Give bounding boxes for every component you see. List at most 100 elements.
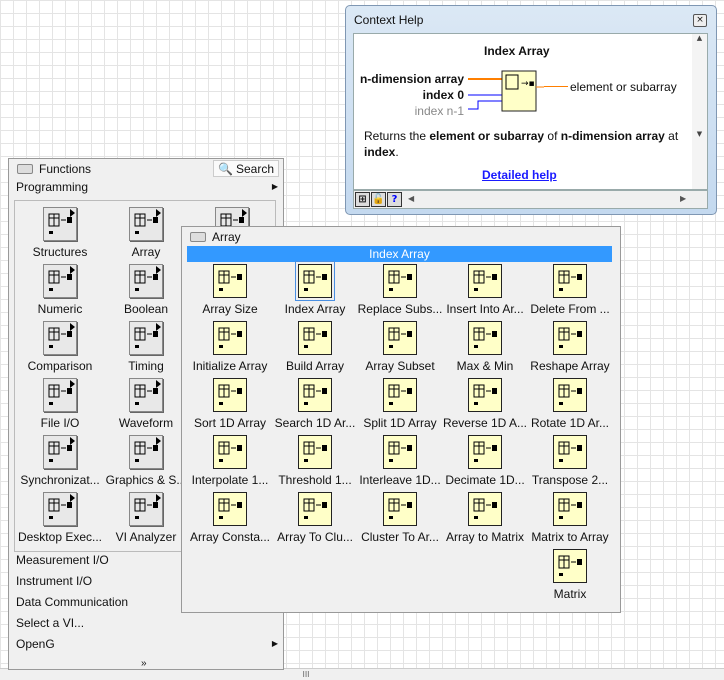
reshape-array-icon xyxy=(553,321,587,355)
max-min-icon xyxy=(468,321,502,355)
category-label: VI Analyzer xyxy=(115,530,177,544)
function-label: Interpolate 1... xyxy=(191,473,269,487)
replace-subs-icon xyxy=(383,264,417,298)
index-array-terminal-icon: →▪ xyxy=(468,70,544,112)
function-label: Interleave 1D... xyxy=(359,473,441,487)
matrix-icon xyxy=(553,549,587,583)
category-label: Array xyxy=(131,245,161,259)
terminal-label: n-dimension array xyxy=(359,72,464,86)
close-button[interactable]: × xyxy=(693,14,707,27)
pin-icon[interactable] xyxy=(190,232,206,242)
function-label: Decimate 1D... xyxy=(445,473,525,487)
array-to-clu-icon xyxy=(298,492,332,526)
function-label: Array Size xyxy=(202,302,258,316)
interpolate-1-icon xyxy=(213,435,247,469)
svg-text:→▪: →▪ xyxy=(521,79,535,89)
function-label: Initialize Array xyxy=(192,359,268,373)
palette-title: Array xyxy=(212,230,241,244)
function-label: Insert Into Ar... xyxy=(446,302,524,316)
array-size-icon xyxy=(213,264,247,298)
help-toolbar: ⊞ 🔓 ? ◀ ▶ xyxy=(353,190,708,209)
pin-icon[interactable] xyxy=(17,164,33,174)
palette-title: Functions xyxy=(39,162,92,176)
category-label: Synchronizat... xyxy=(20,473,100,487)
file-i-o-icon xyxy=(43,378,77,412)
function-label: Reverse 1D A... xyxy=(442,416,528,430)
array-subset-icon xyxy=(383,321,417,355)
function-label: Matrix xyxy=(553,587,587,601)
function-label: Array Consta... xyxy=(189,530,271,544)
palette-item-openg[interactable]: OpenG ▶ xyxy=(16,635,278,653)
desktop-exec-icon xyxy=(43,492,77,526)
scroll-thumb[interactable]: III xyxy=(298,670,314,679)
lock-icon[interactable]: 🔓 xyxy=(371,192,386,207)
matrix-to-array-icon xyxy=(553,492,587,526)
description: Returns the element or subarray of n-dim… xyxy=(364,129,679,159)
search-icon: 🔍 xyxy=(218,161,233,176)
scroll-left[interactable]: ◀ xyxy=(408,194,414,203)
build-array-icon xyxy=(298,321,332,355)
array-consta-icon xyxy=(213,492,247,526)
function-label: Build Array xyxy=(285,359,345,373)
category-label: Desktop Exec... xyxy=(17,530,103,544)
category-label: Waveform xyxy=(118,416,174,430)
search-1d-ar-icon xyxy=(298,378,332,412)
highlighted-item-label: Index Array xyxy=(187,246,612,262)
category-label: Numeric xyxy=(37,302,83,316)
transpose-2-icon xyxy=(553,435,587,469)
palette-item-select-a-vi[interactable]: Select a VI... xyxy=(16,614,278,632)
array-to-matrix-icon xyxy=(468,492,502,526)
function-label: Delete From ... xyxy=(530,302,610,316)
numeric-icon xyxy=(43,264,77,298)
function-label: Array to Matrix xyxy=(445,530,524,544)
category-label: File I/O xyxy=(40,416,80,430)
search-button[interactable]: 🔍 Search xyxy=(213,160,279,177)
split-1d-array-icon xyxy=(383,378,417,412)
vi-analyzer-icon xyxy=(129,492,163,526)
array-palette: Array Index Array Array Size Index Array R… xyxy=(181,226,621,613)
initialize-array-icon xyxy=(213,321,247,355)
array-icon xyxy=(129,207,163,241)
detailed-help-link[interactable]: Detailed help xyxy=(482,168,557,182)
function-label: Array Subset xyxy=(365,359,435,373)
rotate-1d-ar-icon xyxy=(553,378,587,412)
help-icon[interactable]: ? xyxy=(387,192,402,207)
category-label: Boolean xyxy=(123,302,169,316)
sort-1d-array-icon xyxy=(213,378,247,412)
threshold-1-icon xyxy=(298,435,332,469)
function-label: Transpose 2... xyxy=(531,473,609,487)
scroll-right[interactable]: ▶ xyxy=(680,194,686,203)
delete-from-icon xyxy=(553,264,587,298)
function-label: Split 1D Array xyxy=(363,416,437,430)
category-label: Graphics & S... xyxy=(105,473,187,487)
insert-into-ar-icon xyxy=(468,264,502,298)
boolean-icon xyxy=(129,264,163,298)
graphics-s-icon xyxy=(129,435,163,469)
cluster-to-ar-icon xyxy=(383,492,417,526)
function-label: Max & Min xyxy=(456,359,514,373)
interleave-1d-icon xyxy=(383,435,417,469)
category-programming[interactable]: Programming ▶ xyxy=(16,178,278,196)
structures-icon xyxy=(43,207,77,241)
timing-icon xyxy=(129,321,163,355)
help-content: Index Array n-dimension array index 0 in… xyxy=(353,33,708,190)
terminal-label: index 0 xyxy=(422,88,464,102)
function-label: Replace Subs... xyxy=(357,302,443,316)
function-label: Index Array xyxy=(284,302,346,316)
category-label: Structures xyxy=(32,245,88,259)
vertical-scrollbar[interactable]: ▲ ▼ xyxy=(692,34,707,189)
index-array-icon xyxy=(295,261,335,301)
function-label: Reshape Array xyxy=(530,359,610,373)
terminal-label: element or subarray xyxy=(570,80,677,94)
function-label: Array To Clu... xyxy=(277,530,353,544)
search-label: Search xyxy=(235,161,274,176)
comparison-icon xyxy=(43,321,77,355)
function-label: Rotate 1D Ar... xyxy=(530,416,610,430)
context-help-window: Context Help × Index Array n-dimension a… xyxy=(345,5,717,215)
window-title: Context Help xyxy=(354,13,424,27)
more-chevron-icon[interactable]: » xyxy=(141,658,147,669)
function-label: Threshold 1... xyxy=(278,473,352,487)
show-optional-terminals-icon[interactable]: ⊞ xyxy=(355,192,370,207)
terminal-label: index n-1 xyxy=(414,104,464,118)
decimate-1d-icon xyxy=(468,435,502,469)
